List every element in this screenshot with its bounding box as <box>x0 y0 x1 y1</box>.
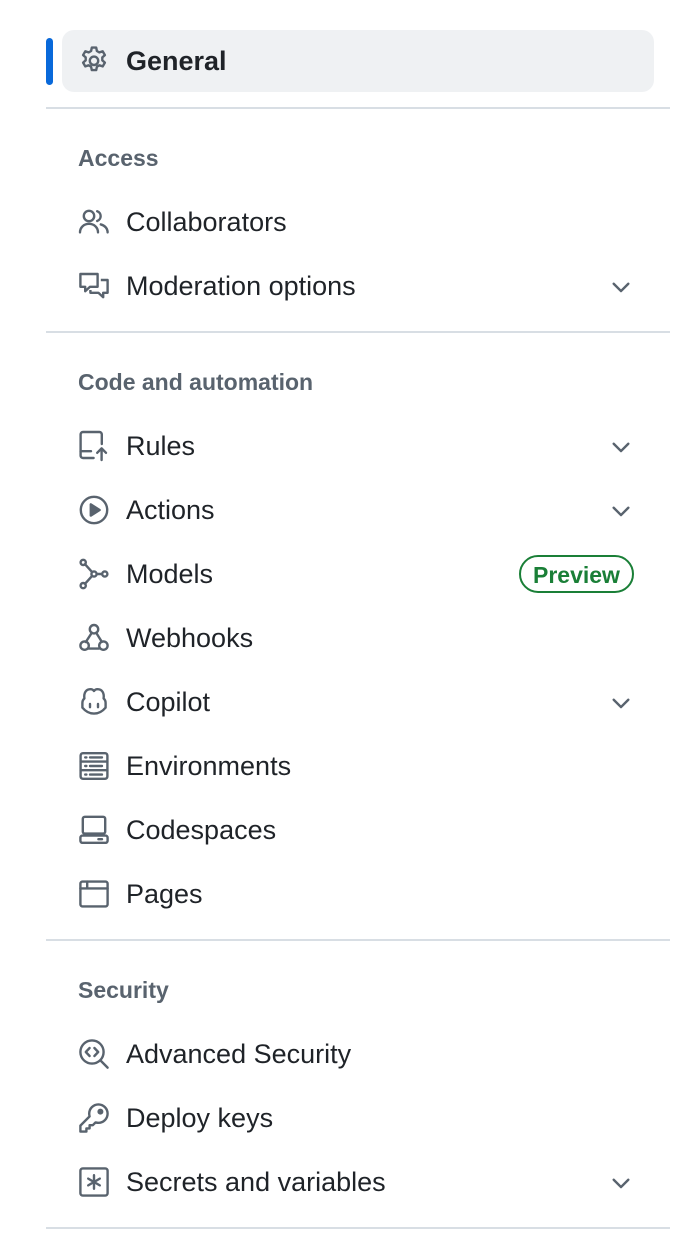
section-divider <box>46 331 670 333</box>
nav-item-label: Deploy keys <box>126 1103 274 1133</box>
nav-item-models[interactable]: Models Preview <box>62 543 654 605</box>
key-icon <box>78 1102 110 1134</box>
nav-item-label: Actions <box>126 495 215 525</box>
play-icon <box>78 494 110 526</box>
nav-item-label: Moderation options <box>126 271 356 301</box>
copilot-icon <box>78 686 110 718</box>
webhook-icon <box>78 622 110 654</box>
nav-item-general[interactable]: General <box>62 30 654 92</box>
chevron-down-icon[interactable] <box>608 1170 634 1196</box>
nav-item-label: General <box>126 46 227 76</box>
nav-item-label: Rules <box>126 431 196 461</box>
active-indicator <box>46 38 53 85</box>
preview-badge: Preview <box>519 555 634 593</box>
chevron-down-icon[interactable] <box>608 274 634 300</box>
gear-icon <box>78 45 110 77</box>
section-heading-access: Access <box>78 145 159 171</box>
codespaces-icon <box>78 814 110 846</box>
nav-item-pages[interactable]: Pages <box>62 863 654 925</box>
nav-item-label: Environments <box>126 751 292 781</box>
nav-item-label: Advanced Security <box>126 1039 352 1069</box>
nav-item-label: Pages <box>126 879 203 909</box>
section-divider <box>46 107 670 109</box>
server-icon <box>78 750 110 782</box>
nav-item-actions[interactable]: Actions <box>62 479 654 541</box>
ai-model-icon <box>78 558 110 590</box>
chevron-down-icon[interactable] <box>608 498 634 524</box>
section-divider <box>46 1227 670 1229</box>
nav-item-label: Webhooks <box>126 623 254 653</box>
chevron-down-icon[interactable] <box>608 690 634 716</box>
repo-push-icon <box>78 430 110 462</box>
nav-item-moderation-options[interactable]: Moderation options <box>62 255 654 317</box>
nav-item-collaborators[interactable]: Collaborators <box>62 191 654 253</box>
section-heading-security: Security <box>78 977 169 1003</box>
nav-item-rules[interactable]: Rules <box>62 415 654 477</box>
nav-item-label: Collaborators <box>126 207 287 237</box>
section-divider <box>46 939 670 941</box>
settings-sidebar-nav: General Access Collaborators Moderation … <box>0 0 682 1246</box>
nav-item-copilot[interactable]: Copilot <box>62 671 654 733</box>
people-icon <box>78 206 110 238</box>
nav-item-secrets-and-variables[interactable]: Secrets and variables <box>62 1151 654 1213</box>
nav-item-label: Codespaces <box>126 815 277 845</box>
comment-discussion-icon <box>78 270 110 302</box>
nav-item-deploy-keys[interactable]: Deploy keys <box>62 1087 654 1149</box>
key-asterisk-icon <box>78 1166 110 1198</box>
nav-item-codespaces[interactable]: Codespaces <box>62 799 654 861</box>
nav-item-label: Secrets and variables <box>126 1167 386 1197</box>
nav-item-environments[interactable]: Environments <box>62 735 654 797</box>
browser-icon <box>78 878 110 910</box>
nav-item-webhooks[interactable]: Webhooks <box>62 607 654 669</box>
chevron-down-icon[interactable] <box>608 434 634 460</box>
nav-item-label: Copilot <box>126 687 211 717</box>
nav-item-advanced-security[interactable]: Advanced Security <box>62 1023 654 1085</box>
codescan-icon <box>78 1038 110 1070</box>
section-heading-code-and-automation: Code and automation <box>78 369 314 395</box>
nav-item-label: Models <box>126 559 214 589</box>
